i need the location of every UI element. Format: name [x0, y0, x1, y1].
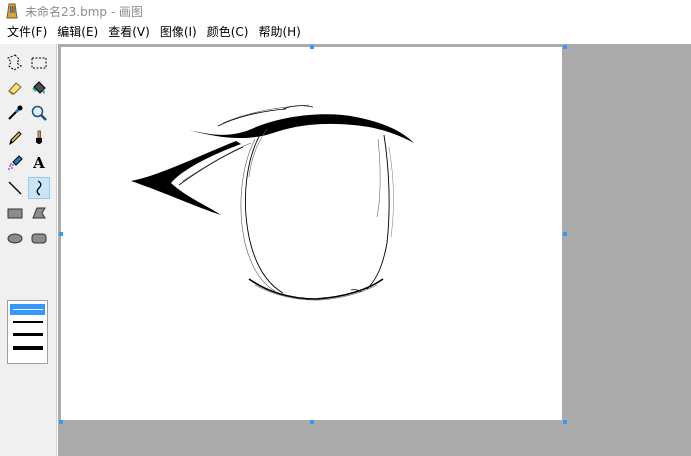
- canvas-resize-handle-bottom-left[interactable]: [59, 420, 63, 424]
- workspace: [58, 44, 691, 456]
- window-title: 未命名23.bmp - 画图: [25, 4, 143, 19]
- eraser-icon: [8, 82, 22, 95]
- rectangle-icon: [7, 208, 23, 219]
- magnifier-tool[interactable]: [28, 102, 50, 124]
- curve-icon: [36, 180, 42, 196]
- menu-edit[interactable]: 编辑(E): [52, 22, 103, 42]
- line-icon: [8, 181, 22, 195]
- curve-tool[interactable]: [28, 177, 50, 199]
- canvas-resize-handle-left[interactable]: [59, 232, 63, 236]
- canvas-resize-handle-bottom-right[interactable]: [563, 420, 567, 424]
- free-form-select-icon: [7, 54, 22, 71]
- brush-icon: [36, 130, 42, 144]
- line-width-option-3[interactable]: [13, 333, 43, 336]
- line-width-option-2[interactable]: [13, 321, 43, 323]
- ellipse-icon: [7, 233, 23, 244]
- menu-file[interactable]: 文件(F): [2, 22, 52, 42]
- rectangle-select-tool[interactable]: [28, 52, 50, 74]
- canvas-resize-handle-bottom[interactable]: [310, 420, 314, 424]
- fill-tool[interactable]: [28, 77, 50, 99]
- magnifier-icon: [31, 105, 47, 121]
- fill-bucket-icon: [32, 81, 46, 94]
- pencil-tool[interactable]: [4, 127, 26, 149]
- rectangle-tool[interactable]: [4, 202, 26, 224]
- eraser-tool[interactable]: [4, 77, 26, 99]
- toolbox: A: [0, 44, 57, 456]
- rounded-rectangle-tool[interactable]: [28, 227, 50, 249]
- canvas-resize-handle-right[interactable]: [563, 232, 567, 236]
- title-bar: 未命名23.bmp - 画图: [0, 0, 691, 22]
- rounded-rectangle-icon: [31, 233, 47, 244]
- drawing-canvas[interactable]: [61, 47, 562, 420]
- canvas-resize-handle-top[interactable]: [310, 45, 314, 49]
- menu-colors[interactable]: 颜色(C): [202, 22, 254, 42]
- line-width-selector: [7, 300, 48, 364]
- polygon-icon: [32, 207, 46, 219]
- airbrush-tool[interactable]: [4, 152, 26, 174]
- menu-view[interactable]: 查看(V): [103, 22, 155, 42]
- canvas-resize-handle-top-right[interactable]: [563, 45, 567, 49]
- brush-tool[interactable]: [28, 127, 50, 149]
- eye-sketch-drawing: [131, 104, 414, 301]
- polygon-tool[interactable]: [28, 202, 50, 224]
- line-width-option-4[interactable]: [13, 346, 43, 350]
- pencil-icon: [9, 131, 22, 146]
- paint-palette-icon: [5, 3, 19, 19]
- line-tool[interactable]: [4, 177, 26, 199]
- menu-bar: 文件(F) 编辑(E) 查看(V) 图像(I) 颜色(C) 帮助(H): [0, 22, 691, 42]
- free-form-select-tool[interactable]: [4, 52, 26, 74]
- line-width-option-1[interactable]: [13, 309, 43, 310]
- menu-help[interactable]: 帮助(H): [253, 22, 305, 42]
- text-tool[interactable]: A: [28, 152, 50, 174]
- airbrush-icon: [8, 155, 23, 170]
- ellipse-tool[interactable]: [4, 227, 26, 249]
- menu-image[interactable]: 图像(I): [155, 22, 202, 42]
- text-icon: A: [33, 154, 45, 172]
- pick-color-tool[interactable]: [4, 102, 26, 124]
- rectangle-select-icon: [31, 57, 47, 69]
- eyedropper-icon: [8, 105, 23, 120]
